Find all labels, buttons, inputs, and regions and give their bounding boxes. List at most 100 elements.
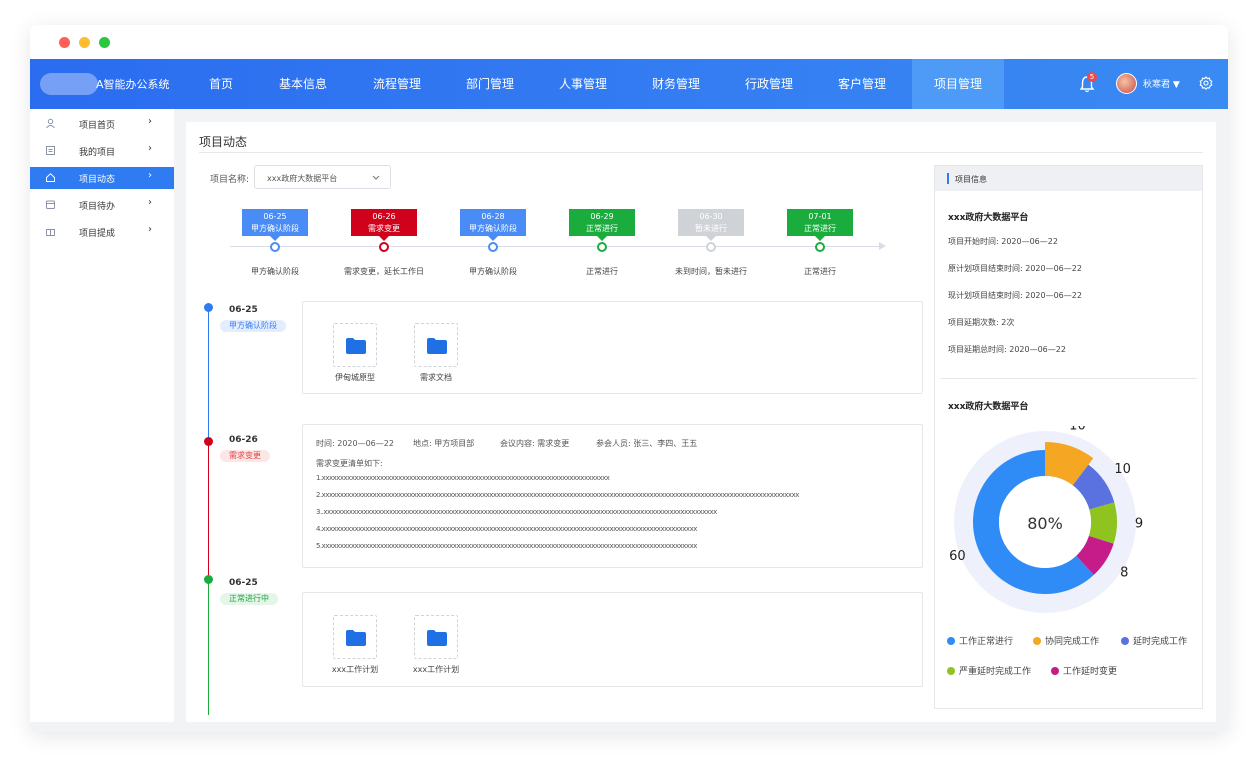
avatar[interactable] — [1116, 73, 1137, 94]
slice-value-label: 8 — [1120, 565, 1128, 580]
app-window: A智能办公系统 首页 基本信息 流程管理 部门管理 人事管理 财务管理 行政管理… — [30, 25, 1228, 732]
nav-item-department[interactable]: 部门管理 — [453, 59, 527, 109]
event-dot — [204, 303, 213, 312]
event-line — [208, 307, 209, 439]
chevron-right-icon: › — [148, 197, 152, 208]
nav-item-finance[interactable]: 财务管理 — [639, 59, 713, 109]
sidebar-item-label: 我的项目 — [79, 148, 116, 158]
folder-icon — [427, 338, 447, 354]
legend-label: 协同完成工作 — [1045, 637, 1100, 647]
timeline-node[interactable] — [379, 242, 389, 252]
legend-item[interactable]: 严重延时完成工作 — [947, 664, 1031, 677]
timeline-caption: 正常进行 — [804, 267, 836, 276]
sidebar-item-project-commission[interactable]: 项目提成 › — [30, 221, 174, 243]
timeline-node[interactable] — [706, 242, 716, 252]
legend-label: 工作正常进行 — [959, 637, 1014, 647]
timeline-tag[interactable]: 06-25 甲方确认阶段 — [242, 209, 308, 241]
timeline-caption: 未到时间，暂未进行 — [675, 267, 747, 276]
timeline-tag-date: 06-30 — [699, 212, 723, 221]
nav-item-basic-info[interactable]: 基本信息 — [266, 59, 340, 109]
center-label: 80% — [1027, 514, 1063, 533]
timeline-node[interactable] — [815, 242, 825, 252]
page-title: 项目动态 — [199, 135, 248, 149]
timeline-tag-date: 06-29 — [590, 212, 614, 221]
timeline-caption: 需求变更，延长工作日 — [344, 267, 424, 276]
event-line — [208, 439, 209, 579]
info-header-title: 项目信息 — [955, 175, 987, 184]
legend-swatch — [947, 667, 955, 675]
sidebar-item-label: 项目待办 — [79, 202, 116, 212]
minimize-window-button[interactable] — [79, 37, 90, 48]
timeline-caption: 正常进行 — [586, 267, 618, 276]
legend-item[interactable]: 延时完成工作 — [1121, 634, 1187, 647]
event-dot — [204, 437, 213, 446]
sidebar-item-project-home[interactable]: 项目首页 › — [30, 113, 174, 135]
legend-item[interactable]: 工作延时变更 — [1051, 664, 1117, 677]
legend-swatch — [1121, 637, 1129, 645]
document-icon — [46, 146, 55, 155]
file-name[interactable]: 需求文档 — [396, 372, 476, 383]
sidebar-item-my-projects[interactable]: 我的项目 › — [30, 140, 174, 162]
file-name[interactable]: xxx工作计划 — [396, 664, 476, 675]
file-item[interactable] — [333, 323, 377, 367]
project-filter-label: 项目名称: — [210, 175, 250, 185]
info-divider — [940, 378, 1197, 379]
chevron-right-icon: › — [148, 143, 152, 154]
timeline-tag-status: 暂未进行 — [695, 224, 727, 233]
nav-item-home[interactable]: 首页 — [193, 59, 249, 109]
timeline-tag-date: 06-26 — [372, 212, 396, 221]
file-item[interactable] — [414, 323, 458, 367]
user-menu[interactable]: 秋寒君 ▼ — [1143, 77, 1180, 90]
timeline-node[interactable] — [270, 242, 280, 252]
gear-icon[interactable] — [1199, 76, 1213, 90]
timeline-tag[interactable]: 06-29 正常进行 — [569, 209, 635, 241]
legend-item[interactable]: 协同完成工作 — [1033, 634, 1099, 647]
title-divider — [199, 152, 1203, 153]
sidebar-item-project-todo[interactable]: 项目待办 › — [30, 194, 174, 216]
timeline-node[interactable] — [597, 242, 607, 252]
status-donut-chart: 80% 10 10 9 8 60 — [949, 426, 1143, 613]
legend-swatch — [1033, 637, 1041, 645]
info-row: 项目延期总时间: 2020—06—22 — [948, 345, 1066, 354]
nav-item-project[interactable]: 项目管理 — [912, 59, 1004, 109]
slice-value-label: 10 — [1114, 462, 1131, 477]
nav-item-hr[interactable]: 人事管理 — [546, 59, 620, 109]
nav-item-admin[interactable]: 行政管理 — [732, 59, 806, 109]
calendar-icon — [46, 200, 55, 209]
file-name[interactable]: xxx工作计划 — [315, 664, 395, 675]
event-date: 06-25 — [229, 305, 258, 315]
close-window-button[interactable] — [59, 37, 70, 48]
file-item[interactable] — [414, 615, 458, 659]
legend-swatch — [1051, 667, 1059, 675]
info-header: 项目信息 — [935, 166, 1202, 191]
timeline-tag[interactable]: 07-01 正常进行 — [787, 209, 853, 241]
user-name: 秋寒君 — [1143, 80, 1171, 90]
timeline-node[interactable] — [488, 242, 498, 252]
event-line — [208, 579, 209, 715]
legend-swatch — [947, 637, 955, 645]
timeline-tag[interactable]: 06-30 暂未进行 — [678, 209, 744, 241]
sidebar-item-label: 项目首页 — [79, 121, 116, 131]
file-item[interactable] — [333, 615, 377, 659]
legend-item[interactable]: 工作正常进行 — [947, 634, 1013, 647]
legend-label: 工作延时变更 — [1063, 667, 1118, 677]
maximize-window-button[interactable] — [99, 37, 110, 48]
sidebar-item-project-activity[interactable]: 项目动态 › — [30, 167, 174, 189]
timeline-tag[interactable]: 06-28 甲方确认阶段 — [460, 209, 526, 241]
nav-item-customer[interactable]: 客户管理 — [825, 59, 899, 109]
nav-item-process[interactable]: 流程管理 — [360, 59, 434, 109]
header-accent — [947, 173, 949, 184]
info-row: 现计划项目结束时间: 2020—06—22 — [948, 291, 1082, 300]
timeline-caption: 甲方确认阶段 — [469, 267, 517, 276]
chevron-down-icon — [372, 175, 380, 180]
event-date: 06-25 — [229, 578, 258, 588]
timeline-tag[interactable]: 06-26 需求变更 — [351, 209, 417, 241]
meeting-people: 参会人员: 张三、李四、王五 — [596, 439, 698, 448]
file-name[interactable]: 伊甸城原型 — [315, 372, 395, 383]
home-icon — [46, 173, 55, 182]
project-select[interactable]: xxx政府大数据平台 — [254, 165, 391, 189]
chevron-right-icon: › — [148, 224, 152, 235]
change-item: 2.xxxxxxxxxxxxxxxxxxxxxxxxxxxxxxxxxxxxxx… — [316, 491, 799, 499]
folder-icon — [346, 630, 366, 646]
timeline-tag-status: 正常进行 — [586, 224, 618, 233]
